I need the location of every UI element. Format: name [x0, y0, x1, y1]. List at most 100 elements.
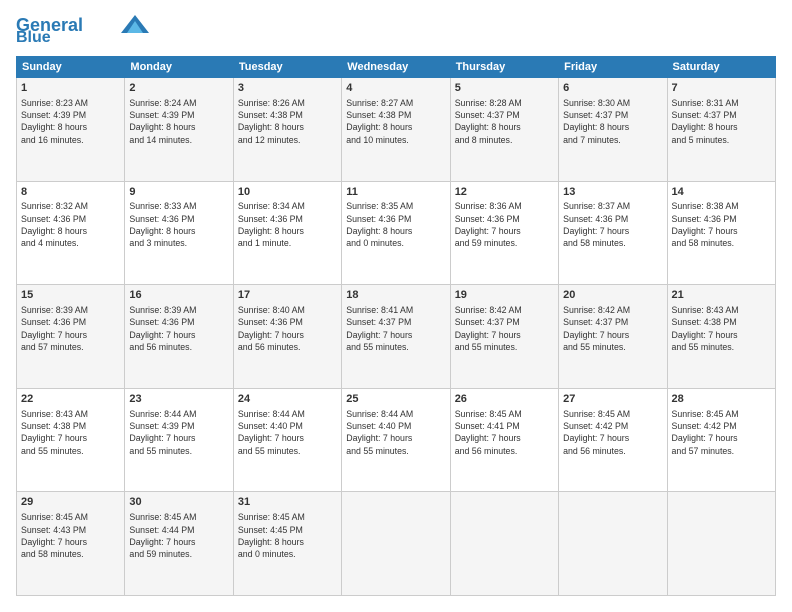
day-info: Sunrise: 8:40 AM Sunset: 4:36 PM Dayligh…	[238, 304, 337, 353]
day-info: Sunrise: 8:27 AM Sunset: 4:38 PM Dayligh…	[346, 97, 445, 146]
day-info: Sunrise: 8:45 AM Sunset: 4:42 PM Dayligh…	[672, 408, 771, 457]
day-info: Sunrise: 8:34 AM Sunset: 4:36 PM Dayligh…	[238, 200, 337, 249]
calendar-day-cell: 14Sunrise: 8:38 AM Sunset: 4:36 PM Dayli…	[667, 181, 775, 285]
day-number: 16	[129, 288, 228, 303]
day-info: Sunrise: 8:42 AM Sunset: 4:37 PM Dayligh…	[563, 304, 662, 353]
day-info: Sunrise: 8:43 AM Sunset: 4:38 PM Dayligh…	[672, 304, 771, 353]
day-number: 19	[455, 288, 554, 303]
day-info: Sunrise: 8:23 AM Sunset: 4:39 PM Dayligh…	[21, 97, 120, 146]
calendar-day-cell: 29Sunrise: 8:45 AM Sunset: 4:43 PM Dayli…	[17, 492, 125, 596]
day-info: Sunrise: 8:45 AM Sunset: 4:43 PM Dayligh…	[21, 511, 120, 560]
calendar-week-row: 22Sunrise: 8:43 AM Sunset: 4:38 PM Dayli…	[17, 388, 776, 492]
day-number: 10	[238, 185, 337, 200]
calendar-day-cell: 13Sunrise: 8:37 AM Sunset: 4:36 PM Dayli…	[559, 181, 667, 285]
day-number: 21	[672, 288, 771, 303]
day-info: Sunrise: 8:37 AM Sunset: 4:36 PM Dayligh…	[563, 200, 662, 249]
calendar-week-row: 1Sunrise: 8:23 AM Sunset: 4:39 PM Daylig…	[17, 78, 776, 182]
calendar-day-header: Monday	[125, 57, 233, 78]
calendar-day-cell	[559, 492, 667, 596]
day-info: Sunrise: 8:24 AM Sunset: 4:39 PM Dayligh…	[129, 97, 228, 146]
calendar-day-cell: 26Sunrise: 8:45 AM Sunset: 4:41 PM Dayli…	[450, 388, 558, 492]
calendar: SundayMondayTuesdayWednesdayThursdayFrid…	[16, 56, 776, 596]
calendar-day-cell: 6Sunrise: 8:30 AM Sunset: 4:37 PM Daylig…	[559, 78, 667, 182]
calendar-day-cell: 7Sunrise: 8:31 AM Sunset: 4:37 PM Daylig…	[667, 78, 775, 182]
calendar-day-header: Friday	[559, 57, 667, 78]
calendar-week-row: 15Sunrise: 8:39 AM Sunset: 4:36 PM Dayli…	[17, 285, 776, 389]
day-number: 14	[672, 185, 771, 200]
day-info: Sunrise: 8:45 AM Sunset: 4:44 PM Dayligh…	[129, 511, 228, 560]
logo-blue-text: Blue	[16, 30, 51, 46]
day-info: Sunrise: 8:39 AM Sunset: 4:36 PM Dayligh…	[21, 304, 120, 353]
day-number: 15	[21, 288, 120, 303]
day-number: 13	[563, 185, 662, 200]
day-number: 24	[238, 392, 337, 407]
calendar-day-cell: 12Sunrise: 8:36 AM Sunset: 4:36 PM Dayli…	[450, 181, 558, 285]
logo: General Blue	[16, 16, 149, 46]
day-info: Sunrise: 8:44 AM Sunset: 4:40 PM Dayligh…	[238, 408, 337, 457]
day-number: 9	[129, 185, 228, 200]
day-number: 3	[238, 81, 337, 96]
day-info: Sunrise: 8:41 AM Sunset: 4:37 PM Dayligh…	[346, 304, 445, 353]
day-info: Sunrise: 8:43 AM Sunset: 4:38 PM Dayligh…	[21, 408, 120, 457]
day-number: 18	[346, 288, 445, 303]
day-info: Sunrise: 8:28 AM Sunset: 4:37 PM Dayligh…	[455, 97, 554, 146]
day-number: 1	[21, 81, 120, 96]
calendar-day-cell	[667, 492, 775, 596]
day-number: 8	[21, 185, 120, 200]
calendar-day-cell: 22Sunrise: 8:43 AM Sunset: 4:38 PM Dayli…	[17, 388, 125, 492]
calendar-day-header: Tuesday	[233, 57, 341, 78]
calendar-day-cell: 31Sunrise: 8:45 AM Sunset: 4:45 PM Dayli…	[233, 492, 341, 596]
day-number: 29	[21, 495, 120, 510]
day-number: 2	[129, 81, 228, 96]
calendar-day-cell	[342, 492, 450, 596]
calendar-day-cell: 10Sunrise: 8:34 AM Sunset: 4:36 PM Dayli…	[233, 181, 341, 285]
day-info: Sunrise: 8:38 AM Sunset: 4:36 PM Dayligh…	[672, 200, 771, 249]
calendar-day-cell: 20Sunrise: 8:42 AM Sunset: 4:37 PM Dayli…	[559, 285, 667, 389]
day-info: Sunrise: 8:45 AM Sunset: 4:45 PM Dayligh…	[238, 511, 337, 560]
day-number: 4	[346, 81, 445, 96]
calendar-day-cell: 23Sunrise: 8:44 AM Sunset: 4:39 PM Dayli…	[125, 388, 233, 492]
calendar-day-cell: 3Sunrise: 8:26 AM Sunset: 4:38 PM Daylig…	[233, 78, 341, 182]
day-number: 26	[455, 392, 554, 407]
calendar-day-cell: 15Sunrise: 8:39 AM Sunset: 4:36 PM Dayli…	[17, 285, 125, 389]
calendar-day-cell: 5Sunrise: 8:28 AM Sunset: 4:37 PM Daylig…	[450, 78, 558, 182]
calendar-day-cell: 28Sunrise: 8:45 AM Sunset: 4:42 PM Dayli…	[667, 388, 775, 492]
day-info: Sunrise: 8:45 AM Sunset: 4:41 PM Dayligh…	[455, 408, 554, 457]
day-info: Sunrise: 8:45 AM Sunset: 4:42 PM Dayligh…	[563, 408, 662, 457]
calendar-day-header: Sunday	[17, 57, 125, 78]
calendar-day-cell: 17Sunrise: 8:40 AM Sunset: 4:36 PM Dayli…	[233, 285, 341, 389]
calendar-day-cell: 24Sunrise: 8:44 AM Sunset: 4:40 PM Dayli…	[233, 388, 341, 492]
day-info: Sunrise: 8:35 AM Sunset: 4:36 PM Dayligh…	[346, 200, 445, 249]
calendar-day-cell: 21Sunrise: 8:43 AM Sunset: 4:38 PM Dayli…	[667, 285, 775, 389]
calendar-day-cell: 27Sunrise: 8:45 AM Sunset: 4:42 PM Dayli…	[559, 388, 667, 492]
calendar-day-cell: 2Sunrise: 8:24 AM Sunset: 4:39 PM Daylig…	[125, 78, 233, 182]
day-number: 20	[563, 288, 662, 303]
day-info: Sunrise: 8:36 AM Sunset: 4:36 PM Dayligh…	[455, 200, 554, 249]
day-number: 6	[563, 81, 662, 96]
calendar-week-row: 29Sunrise: 8:45 AM Sunset: 4:43 PM Dayli…	[17, 492, 776, 596]
calendar-day-header: Thursday	[450, 57, 558, 78]
day-info: Sunrise: 8:33 AM Sunset: 4:36 PM Dayligh…	[129, 200, 228, 249]
day-number: 22	[21, 392, 120, 407]
calendar-day-cell: 19Sunrise: 8:42 AM Sunset: 4:37 PM Dayli…	[450, 285, 558, 389]
day-number: 31	[238, 495, 337, 510]
day-number: 27	[563, 392, 662, 407]
day-number: 11	[346, 185, 445, 200]
day-number: 25	[346, 392, 445, 407]
calendar-week-row: 8Sunrise: 8:32 AM Sunset: 4:36 PM Daylig…	[17, 181, 776, 285]
calendar-day-header: Wednesday	[342, 57, 450, 78]
calendar-header-row: SundayMondayTuesdayWednesdayThursdayFrid…	[17, 57, 776, 78]
calendar-day-cell: 18Sunrise: 8:41 AM Sunset: 4:37 PM Dayli…	[342, 285, 450, 389]
calendar-day-cell: 8Sunrise: 8:32 AM Sunset: 4:36 PM Daylig…	[17, 181, 125, 285]
calendar-day-cell: 30Sunrise: 8:45 AM Sunset: 4:44 PM Dayli…	[125, 492, 233, 596]
day-info: Sunrise: 8:26 AM Sunset: 4:38 PM Dayligh…	[238, 97, 337, 146]
day-number: 12	[455, 185, 554, 200]
day-number: 5	[455, 81, 554, 96]
calendar-day-cell: 1Sunrise: 8:23 AM Sunset: 4:39 PM Daylig…	[17, 78, 125, 182]
day-info: Sunrise: 8:42 AM Sunset: 4:37 PM Dayligh…	[455, 304, 554, 353]
calendar-day-cell: 16Sunrise: 8:39 AM Sunset: 4:36 PM Dayli…	[125, 285, 233, 389]
calendar-day-header: Saturday	[667, 57, 775, 78]
calendar-day-cell: 9Sunrise: 8:33 AM Sunset: 4:36 PM Daylig…	[125, 181, 233, 285]
day-info: Sunrise: 8:39 AM Sunset: 4:36 PM Dayligh…	[129, 304, 228, 353]
day-number: 23	[129, 392, 228, 407]
